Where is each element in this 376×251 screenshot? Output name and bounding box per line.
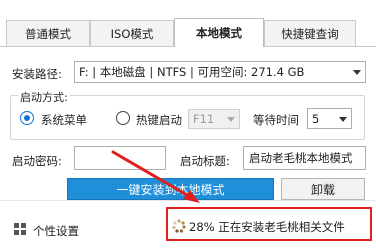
hotkey-select[interactable]: F11 xyxy=(188,109,240,129)
boot-title-label: 启动标题: xyxy=(180,154,230,168)
chevron-down-icon xyxy=(227,117,235,122)
system-menu-label[interactable]: 系统菜单 xyxy=(41,112,87,128)
radio-system-menu[interactable] xyxy=(20,111,34,125)
mode-tabs: 普通模式 ISO模式 本地模式 快捷键查询 xyxy=(0,0,376,47)
wait-time-select[interactable]: 5 xyxy=(307,108,352,129)
uninstall-button[interactable]: 卸载 xyxy=(281,178,365,200)
install-button[interactable]: 一键安装到本地模式 xyxy=(67,178,274,200)
boot-mode-title: 启动方式: xyxy=(18,89,70,105)
install-path-label: 安装路径: xyxy=(12,67,62,81)
grid-icon[interactable] xyxy=(14,223,27,236)
personalize-link[interactable]: 个性设置 xyxy=(33,223,79,239)
boot-title-input[interactable]: 启动老毛桃本地模式 xyxy=(243,146,366,170)
hotkey-label[interactable]: 热键启动 xyxy=(136,112,182,128)
tab-normal-mode[interactable]: 普通模式 xyxy=(6,20,90,46)
footer-divider xyxy=(0,200,376,201)
wait-time-label: 等待时间 xyxy=(253,113,299,127)
install-path-select[interactable]: F: | 本地磁盘 | NTFS | 可用空间: 271.4 GB xyxy=(74,61,366,83)
radio-hotkey[interactable] xyxy=(116,111,130,125)
password-input[interactable] xyxy=(74,146,166,170)
hotkey-value: F11 xyxy=(193,112,215,126)
password-label: 启动密码: xyxy=(12,154,62,168)
tab-local-mode[interactable]: 本地模式 xyxy=(174,18,264,47)
wait-time-value: 5 xyxy=(312,111,320,126)
progress-highlight-box xyxy=(166,207,372,241)
tab-hotkey-lookup[interactable]: 快捷键查询 xyxy=(264,20,356,46)
tab-iso-mode[interactable]: ISO模式 xyxy=(90,20,174,46)
install-path-value: F: | 本地磁盘 | NTFS | 可用空间: 271.4 GB xyxy=(79,65,305,79)
chevron-down-icon xyxy=(353,70,361,75)
chevron-down-icon xyxy=(339,116,347,122)
